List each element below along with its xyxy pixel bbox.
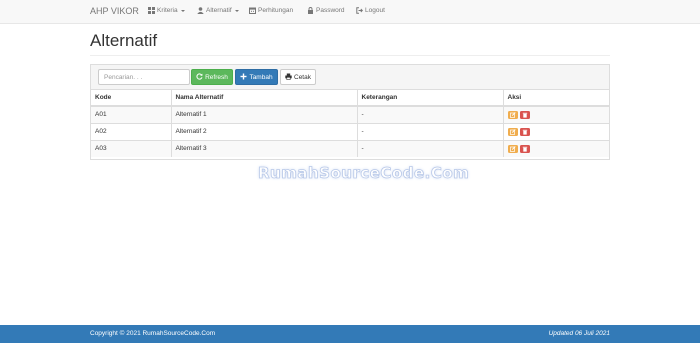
cell-aksi [502,139,609,157]
edit-button[interactable] [507,110,518,119]
user-icon [197,7,204,14]
table-row: A03 Alternatif 3 - [91,139,609,157]
edit-icon [509,128,516,135]
nav-item-label: Password [316,7,345,14]
table-row: A02 Alternatif 2 - [91,122,609,140]
panel-toolbar: Refresh Tambah Cetak [91,65,609,90]
edit-icon [509,111,516,118]
nav-item-label: Logout [365,7,385,14]
nav-item-label: Alternatif [206,7,232,14]
cell-keterangan: - [356,122,503,140]
caret-down-icon [234,9,239,12]
grid-icon [148,7,155,14]
title-divider [90,55,610,56]
nav-item-logout[interactable]: Logout [356,7,385,14]
search-input[interactable] [98,69,190,85]
column-header-nama[interactable]: Nama Alternatif [170,90,357,107]
lock-icon [307,7,314,14]
watermark-text: RumahSourceCode.Com [258,164,470,183]
table-header-row: Kode Nama Alternatif Keterangan Aksi [91,90,609,107]
trash-icon [523,112,528,118]
cell-aksi [502,105,609,123]
cell-kode: A01 [91,105,171,123]
cell-keterangan: - [356,139,503,157]
footer: Copyright © 2021 RumahSourceCode.Com Upd… [0,325,700,343]
refresh-icon [196,72,203,82]
table-row: A01 Alternatif 1 - [91,105,609,123]
logout-icon [356,7,363,14]
cell-keterangan: - [356,105,503,123]
nav-item-perhitungan[interactable]: Perhitungan [249,7,293,14]
cell-nama: Alternatif 1 [170,105,357,123]
alternatif-panel: Refresh Tambah Cetak Kode Nama Alternati… [90,64,610,160]
calendar-icon [249,7,256,14]
column-header-aksi: Aksi [502,90,609,107]
edit-button[interactable] [507,127,518,136]
top-navbar: AHP VIKOR Kriteria Alternatif Perhitunga… [0,0,700,24]
alternatif-table: Kode Nama Alternatif Keterangan Aksi A01… [91,90,609,157]
cell-kode: A03 [91,139,171,157]
delete-button[interactable] [520,144,531,153]
print-icon [285,73,292,82]
nav-item-kriteria[interactable]: Kriteria [148,7,185,14]
tambah-label: Tambah [249,73,273,81]
trash-icon [523,146,528,152]
edit-button[interactable] [507,144,518,153]
nav-item-label: Kriteria [157,7,178,14]
tambah-button[interactable]: Tambah [235,69,278,85]
caret-down-icon [180,9,185,12]
column-header-keterangan[interactable]: Keterangan [356,90,503,107]
trash-icon [523,129,528,135]
page-title: Alternatif [90,31,158,50]
nav-item-password[interactable]: Password [307,7,345,14]
nav-item-alternatif[interactable]: Alternatif [197,7,239,14]
delete-button[interactable] [520,110,531,119]
edit-icon [509,145,516,152]
refresh-label: Refresh [205,73,228,81]
cetak-button[interactable]: Cetak [280,69,316,85]
cell-aksi [502,122,609,140]
footer-updated: Updated 06 Juli 2021 [548,330,610,337]
refresh-button[interactable]: Refresh [191,69,233,85]
delete-button[interactable] [520,127,531,136]
cetak-label: Cetak [294,73,311,81]
column-header-kode[interactable]: Kode [91,90,171,107]
cell-nama: Alternatif 2 [170,122,357,140]
cell-nama: Alternatif 3 [170,139,357,157]
footer-copyright: Copyright © 2021 RumahSourceCode.Com [90,330,216,337]
cell-kode: A02 [91,122,171,140]
plus-icon [240,73,247,82]
nav-item-label: Perhitungan [258,7,294,14]
navbar-brand[interactable]: AHP VIKOR [90,6,139,16]
